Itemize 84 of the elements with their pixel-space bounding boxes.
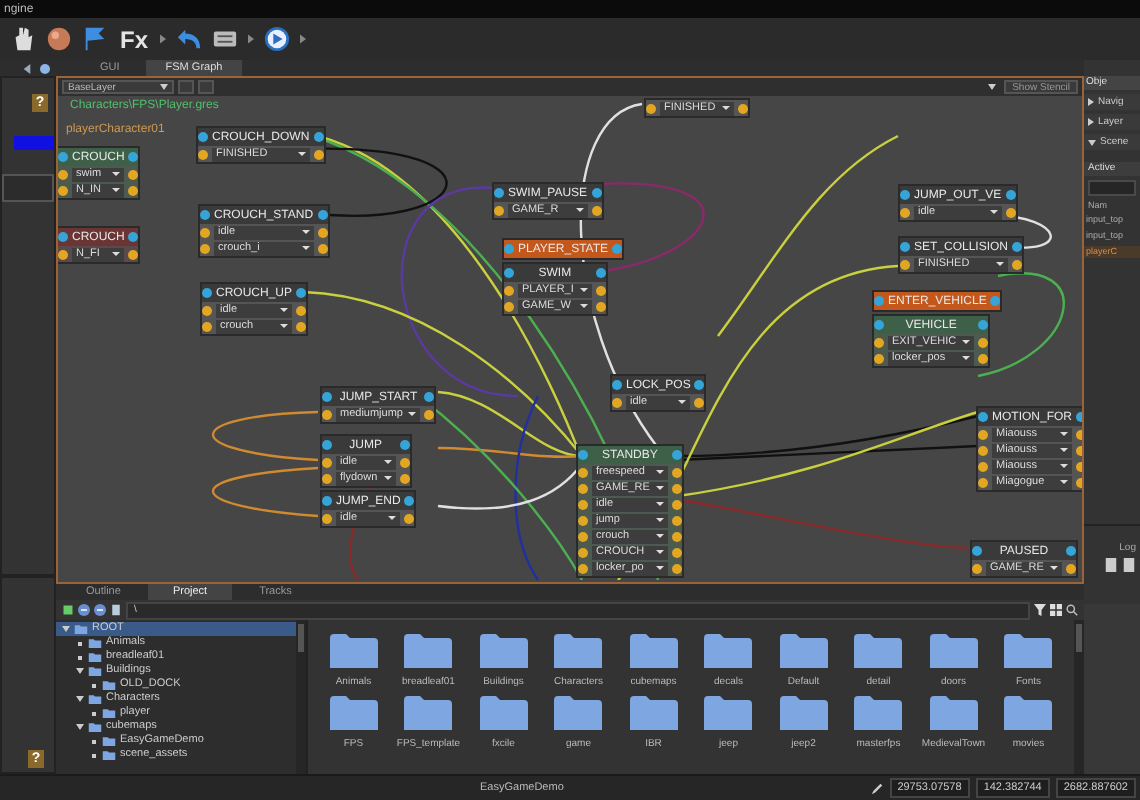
folder-icon bbox=[704, 696, 753, 730]
folder-icon bbox=[929, 696, 978, 730]
port-icon[interactable] bbox=[990, 296, 1001, 306]
dropdown-arrow-icon bbox=[1060, 464, 1068, 468]
dropdown-arrow-icon bbox=[280, 324, 289, 328]
dropdown-arrow-icon bbox=[1049, 566, 1058, 570]
dropdown-arrow-icon bbox=[575, 208, 584, 212]
folder-icon bbox=[779, 696, 828, 730]
dropdown-arrow-icon bbox=[1060, 448, 1068, 452]
dropdown-arrow-icon bbox=[996, 262, 1005, 266]
folder-icon bbox=[479, 634, 528, 668]
dropdown-arrow-icon bbox=[655, 518, 664, 522]
flag-icon[interactable] bbox=[82, 26, 108, 52]
dropdown-arrow-icon bbox=[655, 550, 664, 554]
dropdown-arrow-icon bbox=[579, 288, 588, 292]
folder-icon bbox=[554, 634, 603, 668]
folder-icon bbox=[629, 696, 678, 730]
dropdown-arrow-icon bbox=[678, 400, 687, 404]
dropdown-arrow-icon bbox=[721, 106, 730, 110]
folder-icon bbox=[329, 634, 378, 668]
effects-button[interactable]: Fx bbox=[118, 25, 151, 53]
expand-arrow-icon[interactable] bbox=[1088, 98, 1094, 106]
folder-icon bbox=[629, 634, 678, 668]
pencil-icon[interactable] bbox=[869, 781, 884, 795]
folder-icon bbox=[779, 634, 828, 668]
dropdown-arrow-icon bbox=[297, 152, 306, 156]
dropdown-arrow-icon bbox=[408, 412, 417, 416]
input-field[interactable] bbox=[2, 174, 54, 202]
port-icon[interactable] bbox=[646, 103, 656, 113]
dropdown-arrow-icon bbox=[989, 210, 998, 214]
dot-icon[interactable] bbox=[40, 63, 50, 73]
dropdown-arrow-icon bbox=[962, 340, 971, 344]
keyboard-icon[interactable] bbox=[212, 26, 239, 52]
expand-arrow-icon[interactable] bbox=[1088, 139, 1096, 145]
dropdown-arrow-icon bbox=[1060, 480, 1068, 484]
folder-icon bbox=[854, 634, 903, 668]
undo-icon[interactable] bbox=[176, 26, 203, 52]
dropdown-arrow-icon bbox=[383, 476, 392, 480]
search-icon[interactable] bbox=[1066, 604, 1078, 616]
dropdown-arrow-icon bbox=[655, 502, 664, 506]
sphere-icon[interactable] bbox=[46, 26, 72, 52]
chevron-icon[interactable] bbox=[300, 34, 307, 44]
dropdown-arrow-icon bbox=[112, 188, 121, 192]
folder-icon bbox=[479, 696, 528, 730]
scrollbar[interactable] bbox=[296, 620, 306, 774]
dropdown-arrow-icon bbox=[962, 356, 971, 360]
folder-icon bbox=[854, 696, 903, 730]
dropdown-arrow-icon bbox=[579, 304, 588, 308]
hand-icon[interactable] bbox=[10, 26, 36, 52]
dropdown-arrow-icon bbox=[301, 246, 310, 250]
port-icon[interactable] bbox=[612, 244, 623, 254]
dropdown-arrow-icon[interactable] bbox=[988, 84, 997, 90]
folder-icon bbox=[404, 634, 453, 668]
dropdown-arrow-icon bbox=[655, 566, 664, 570]
folder-icon bbox=[1004, 634, 1053, 668]
collapse-arrow-icon[interactable] bbox=[22, 63, 32, 73]
folder-icon bbox=[404, 696, 453, 730]
page-icon[interactable] bbox=[110, 604, 122, 616]
play-icon[interactable] bbox=[264, 26, 291, 52]
expand-arrow-icon[interactable] bbox=[1088, 118, 1094, 126]
dropdown-arrow-icon bbox=[655, 470, 664, 474]
search-field[interactable] bbox=[1088, 180, 1136, 196]
color-swatch[interactable] bbox=[14, 136, 54, 150]
filter-icon[interactable] bbox=[1034, 604, 1046, 616]
folder-icon bbox=[1004, 696, 1053, 730]
folder-icon bbox=[329, 696, 378, 730]
dropdown-arrow-icon bbox=[388, 516, 397, 520]
scrollbar[interactable] bbox=[1074, 620, 1084, 774]
dropdown-arrow-icon bbox=[655, 486, 664, 490]
chevron-icon[interactable] bbox=[160, 34, 167, 44]
grid-view-icon[interactable] bbox=[1050, 604, 1062, 616]
port-icon[interactable] bbox=[737, 103, 748, 113]
dropdown-arrow-icon bbox=[301, 230, 310, 234]
folder-icon bbox=[704, 634, 753, 668]
folder-icon bbox=[554, 696, 603, 730]
dropdown-arrow-icon bbox=[1060, 432, 1068, 436]
chevron-icon[interactable] bbox=[248, 34, 255, 44]
folder-icon bbox=[929, 634, 978, 668]
dropdown-arrow-icon bbox=[112, 252, 121, 256]
dropdown-arrow-icon bbox=[383, 460, 392, 464]
dropdown-arrow-icon bbox=[112, 172, 121, 176]
dropdown-arrow-icon bbox=[160, 84, 168, 90]
dropdown-arrow-icon bbox=[280, 308, 289, 312]
dropdown-arrow-icon bbox=[655, 534, 664, 538]
